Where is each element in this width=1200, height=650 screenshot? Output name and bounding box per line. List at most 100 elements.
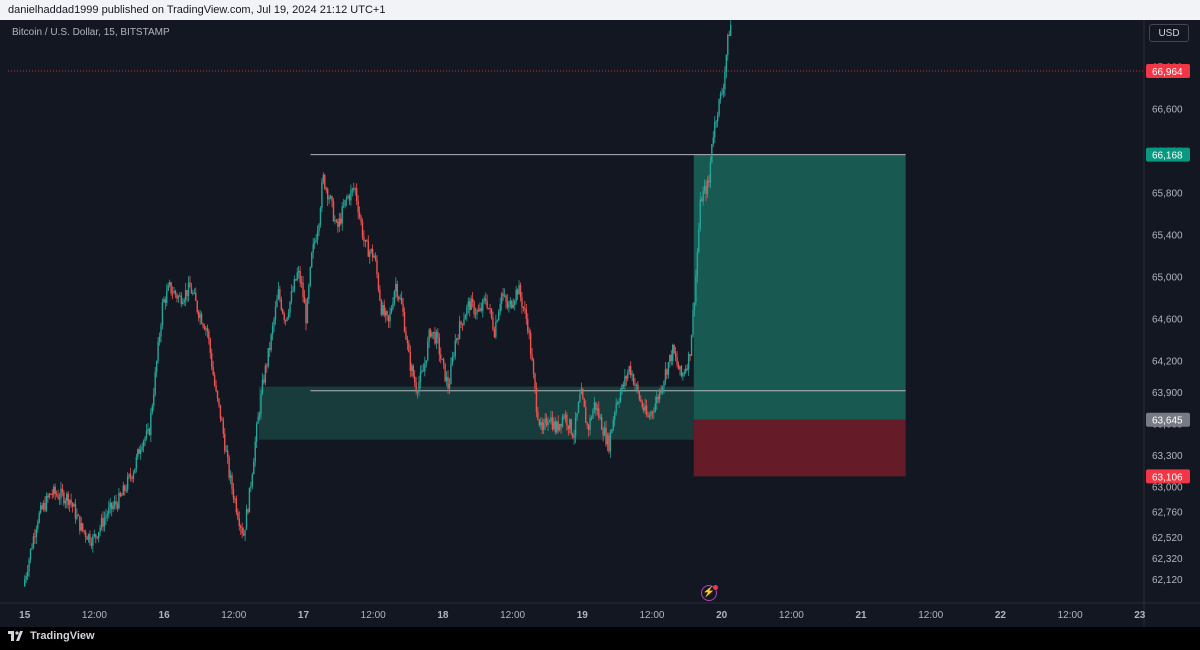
candle-body xyxy=(466,306,468,316)
price-badge-label-stop: 63,106 xyxy=(1152,472,1183,483)
time-tick-label: 12:00 xyxy=(221,610,246,621)
candle-body xyxy=(353,188,355,190)
candle-body xyxy=(582,388,584,399)
candle-body xyxy=(347,195,349,198)
candle-body xyxy=(729,24,732,36)
candle-body xyxy=(432,331,435,333)
candle-body xyxy=(476,309,478,314)
candle-body xyxy=(622,384,625,387)
price-tick-label: 62,120 xyxy=(1152,575,1183,586)
candle-body xyxy=(99,527,101,533)
candle-body xyxy=(419,371,422,382)
candle-body xyxy=(528,331,530,333)
candle-body xyxy=(147,428,149,431)
candle-body xyxy=(283,313,285,321)
candle-body xyxy=(683,372,686,374)
candle-body xyxy=(708,180,710,183)
candle-body xyxy=(202,323,204,326)
candle-body xyxy=(560,423,562,427)
candle-body xyxy=(137,449,139,458)
candle-body xyxy=(728,35,730,37)
time-tick-label: 12:00 xyxy=(779,610,804,621)
candle-body xyxy=(632,374,635,385)
candle-body xyxy=(544,418,546,423)
candle-body xyxy=(592,410,594,419)
candle-body xyxy=(424,363,426,372)
candle-body xyxy=(492,317,494,330)
candle-body xyxy=(609,433,612,452)
candle-body xyxy=(656,396,658,404)
candle-body xyxy=(148,428,151,435)
candle-body xyxy=(119,492,122,496)
candle-body xyxy=(548,421,551,423)
candle-body xyxy=(321,182,323,209)
candle-body xyxy=(464,315,467,320)
currency-button[interactable]: USD xyxy=(1149,24,1189,42)
candle-body xyxy=(470,298,472,310)
candle-body xyxy=(682,373,684,377)
candle-body xyxy=(257,416,259,424)
candle-body xyxy=(373,256,375,258)
candle-body xyxy=(53,486,55,495)
candle-body xyxy=(527,319,529,332)
candle-body xyxy=(519,285,522,298)
candle-body xyxy=(660,389,662,393)
tradingview-logo[interactable]: TradingView xyxy=(8,630,95,642)
candle-body xyxy=(206,328,209,332)
symbol-title[interactable]: Bitcoin / U.S. Dollar, 15, BITSTAMP xyxy=(12,27,170,38)
target-zone xyxy=(693,154,906,420)
candle-body xyxy=(374,256,377,260)
candle-body xyxy=(287,313,290,318)
candle-body xyxy=(348,195,351,201)
candle-body xyxy=(722,89,725,94)
candle-body xyxy=(600,416,603,430)
candle-body xyxy=(324,174,326,189)
candle-body xyxy=(618,401,620,404)
candle-body xyxy=(461,323,464,325)
candle-body xyxy=(170,282,172,294)
candle-body xyxy=(689,354,691,356)
time-tick-label: 20 xyxy=(716,610,728,621)
candle-body xyxy=(531,354,533,361)
candle-body xyxy=(160,325,162,337)
candle-body xyxy=(340,218,342,224)
candle-body xyxy=(666,369,668,375)
candle-body xyxy=(122,485,125,496)
candle-body xyxy=(222,420,225,434)
candle-body xyxy=(112,505,114,510)
candle-body xyxy=(286,317,288,321)
candle-body xyxy=(550,417,552,422)
candle-body xyxy=(709,162,712,183)
candle-body xyxy=(244,529,246,536)
candle-body xyxy=(105,516,107,519)
candle-body xyxy=(96,536,98,539)
price-tick-label: 62,760 xyxy=(1152,508,1183,519)
candle-body xyxy=(253,461,255,475)
candle-body xyxy=(31,548,33,550)
candle-body xyxy=(361,221,364,238)
candle-body xyxy=(399,298,401,300)
candle-body xyxy=(486,301,488,308)
candle-body xyxy=(254,441,256,462)
candle-body xyxy=(271,326,274,335)
candle-body xyxy=(309,267,312,286)
candle-body xyxy=(496,320,499,322)
candle-body xyxy=(183,299,185,303)
candle-body xyxy=(444,363,446,382)
price-chart[interactable]: 62,120 62,320 62,520 62,760 63,000 63,300 63,6… xyxy=(0,0,1200,650)
candle-body xyxy=(435,332,438,344)
candle-body xyxy=(608,435,610,452)
candle-body xyxy=(529,332,532,355)
candle-body xyxy=(196,300,198,312)
candle-body xyxy=(116,504,119,509)
candle-body xyxy=(482,299,484,311)
price-badge-label-entry: 63,645 xyxy=(1152,416,1183,427)
candle-body xyxy=(25,575,27,580)
candle-body xyxy=(500,293,503,304)
candle-body xyxy=(616,403,619,405)
candle-body xyxy=(129,474,132,478)
candle-body xyxy=(473,302,475,315)
candle-body xyxy=(714,122,716,138)
candle-body xyxy=(579,394,581,403)
candle-body xyxy=(313,241,316,244)
